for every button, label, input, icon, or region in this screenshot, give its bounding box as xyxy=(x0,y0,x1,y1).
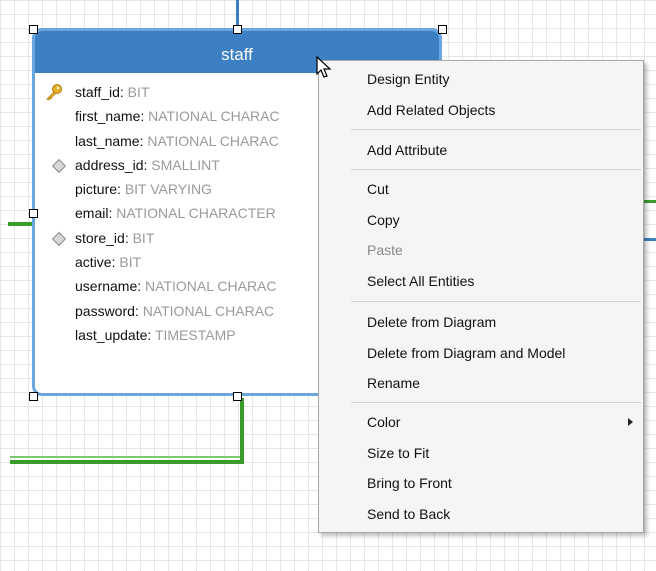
mouse-cursor-icon xyxy=(316,56,332,78)
resize-handle-left[interactable] xyxy=(29,209,38,218)
attribute-separator: : xyxy=(119,84,128,100)
attribute-name: active xyxy=(75,254,112,271)
context-menu: Design Entity Add Related Objects Add Attr… xyxy=(318,60,644,533)
attribute-type: BIT xyxy=(132,229,155,246)
resize-handle-top[interactable] xyxy=(233,25,242,34)
attribute-separator: : xyxy=(147,326,155,343)
attribute-name: first_name xyxy=(75,108,141,125)
attribute-type: TIMESTAMP xyxy=(154,326,236,343)
primary-key-icon xyxy=(46,84,62,101)
attribute-type: NATIONAL CHARACTER xyxy=(116,205,276,222)
attribute-name: store_id xyxy=(75,229,125,246)
menu-item-delete-from-diagram[interactable]: Delete from Diagram xyxy=(367,311,496,333)
attribute-name: last_name xyxy=(75,132,140,149)
attribute-name: email xyxy=(75,205,109,222)
menu-item-delete-from-diagram-and-model[interactable]: Delete from Diagram and Model xyxy=(367,342,565,364)
attribute-type: BIT VARYING xyxy=(124,181,212,198)
resize-handle-bottom[interactable] xyxy=(233,392,242,401)
attribute-separator: : xyxy=(137,278,146,295)
attribute-separator: : xyxy=(140,108,149,125)
menu-item-send-to-back[interactable]: Send to Back xyxy=(367,503,450,525)
attribute-name: last_update xyxy=(75,326,148,343)
menu-item-size-to-fit[interactable]: Size to Fit xyxy=(367,442,429,464)
attribute-type: NATIONAL CHARAC xyxy=(147,132,279,149)
attribute-separator: : xyxy=(117,181,125,198)
attribute-separator: : xyxy=(124,229,133,246)
attribute-name: address_id xyxy=(75,156,144,173)
attribute-type: BIT xyxy=(127,84,150,100)
menu-item-bring-to-front[interactable]: Bring to Front xyxy=(367,472,452,494)
menu-item-select-all-entities[interactable]: Select All Entities xyxy=(367,270,474,292)
attribute-name: password xyxy=(75,302,135,319)
relationship-line xyxy=(240,398,244,464)
attribute-type: NATIONAL CHARAC xyxy=(145,278,277,295)
attribute-name: staff_id xyxy=(75,84,120,100)
resize-handle-bottom-left[interactable] xyxy=(29,392,38,401)
menu-separator xyxy=(351,402,641,403)
attribute-type: NATIONAL CHARAC xyxy=(142,302,275,319)
menu-item-add-attribute[interactable]: Add Attribute xyxy=(367,139,447,161)
menu-separator xyxy=(351,301,641,302)
attribute-type: NATIONAL CHARAC xyxy=(148,108,280,125)
menu-item-design-entity[interactable]: Design Entity xyxy=(367,68,449,90)
menu-separator xyxy=(351,129,641,130)
menu-separator xyxy=(351,169,641,170)
relationship-line xyxy=(8,222,34,226)
menu-item-copy[interactable]: Copy xyxy=(367,209,400,231)
menu-item-paste[interactable]: Paste xyxy=(367,239,403,261)
foreign-key-icon xyxy=(51,231,67,246)
attribute-name: username xyxy=(75,278,138,295)
relationship-line xyxy=(10,460,244,464)
foreign-key-icon xyxy=(51,158,67,173)
relationship-line xyxy=(10,456,240,458)
menu-item-add-related-objects[interactable]: Add Related Objects xyxy=(367,99,495,121)
resize-handle-top-left[interactable] xyxy=(29,25,38,34)
menu-item-rename[interactable]: Rename xyxy=(367,372,420,394)
attribute-separator: : xyxy=(134,302,143,319)
menu-item-color[interactable]: Color xyxy=(367,411,400,433)
submenu-arrow-icon xyxy=(628,418,633,426)
menu-item-cut[interactable]: Cut xyxy=(367,178,389,200)
resize-handle-top-right[interactable] xyxy=(438,25,447,34)
attribute-name: picture xyxy=(75,181,118,198)
relationship-line xyxy=(236,0,239,26)
attribute-type: BIT xyxy=(119,254,142,271)
attribute-type: SMALLINT xyxy=(151,156,220,173)
